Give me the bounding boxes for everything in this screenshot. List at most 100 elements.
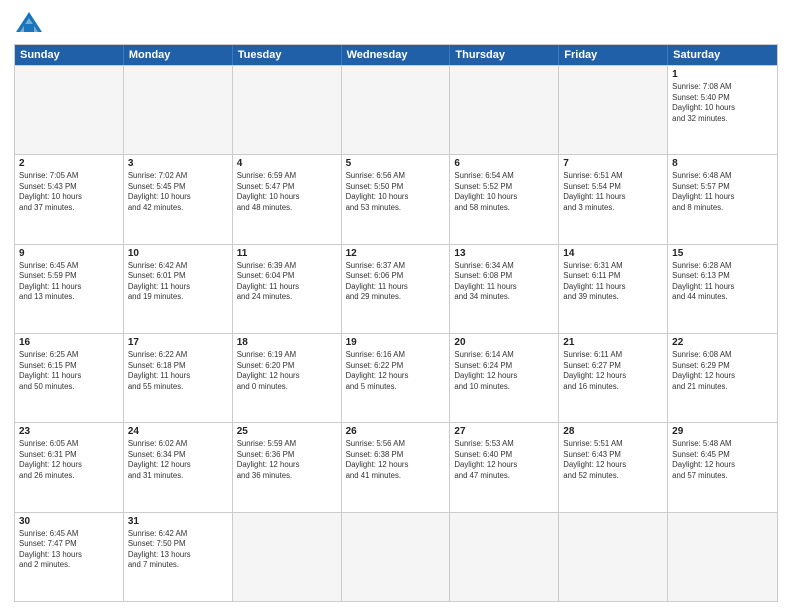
calendar-week-3: 16 Sunrise: 6:25 AM Sunset: 6:15 PM Dayli… [15,333,777,422]
calendar-cell: 12 Sunrise: 6:37 AM Sunset: 6:06 PM Dayli… [342,245,451,333]
calendar-cell: 15 Sunrise: 6:28 AM Sunset: 6:13 PM Dayli… [668,245,777,333]
calendar-cell [233,513,342,601]
day-number: 16 [19,337,119,348]
day-number: 12 [346,248,446,259]
day-number: 10 [128,248,228,259]
day-info: Sunrise: 6:11 AM Sunset: 6:27 PM Dayligh… [563,350,663,392]
calendar-week-4: 23Sunrise: 6:05 AM Sunset: 6:31 PM Dayli… [15,422,777,511]
calendar-cell [668,513,777,601]
day-info: Sunrise: 6:56 AM Sunset: 5:50 PM Dayligh… [346,171,446,213]
day-number: 29 [672,426,773,437]
day-number: 8 [672,158,773,169]
day-info: Sunrise: 7:02 AM Sunset: 5:45 PM Dayligh… [128,171,228,213]
day-number: 31 [128,516,228,527]
day-number: 7 [563,158,663,169]
header-day-friday: Friday [559,45,668,65]
calendar-cell: 6 Sunrise: 6:54 AM Sunset: 5:52 PM Daylig… [450,155,559,243]
day-number: 23 [19,426,119,437]
calendar-cell: 31Sunrise: 6:42 AM Sunset: 7:50 PM Dayli… [124,513,233,601]
day-info: Sunrise: 6:19 AM Sunset: 6:20 PM Dayligh… [237,350,337,392]
day-info: Sunrise: 6:25 AM Sunset: 6:15 PM Dayligh… [19,350,119,392]
calendar-cell [342,66,451,154]
day-info: Sunrise: 6:34 AM Sunset: 6:08 PM Dayligh… [454,261,554,303]
calendar-cell: 23Sunrise: 6:05 AM Sunset: 6:31 PM Dayli… [15,423,124,511]
header-day-sunday: Sunday [15,45,124,65]
calendar-cell: 25Sunrise: 5:59 AM Sunset: 6:36 PM Dayli… [233,423,342,511]
calendar-cell [342,513,451,601]
calendar-cell [559,66,668,154]
logo-icon [14,10,44,38]
calendar-body: 1Sunrise: 7:08 AM Sunset: 5:40 PM Daylig… [15,65,777,601]
day-number: 19 [346,337,446,348]
day-info: Sunrise: 5:53 AM Sunset: 6:40 PM Dayligh… [454,439,554,481]
day-info: Sunrise: 6:39 AM Sunset: 6:04 PM Dayligh… [237,261,337,303]
calendar-cell [559,513,668,601]
day-info: Sunrise: 6:28 AM Sunset: 6:13 PM Dayligh… [672,261,773,303]
day-number: 24 [128,426,228,437]
calendar: SundayMondayTuesdayWednesdayThursdayFrid… [14,44,778,602]
day-number: 14 [563,248,663,259]
calendar-cell: 9 Sunrise: 6:45 AM Sunset: 5:59 PM Daylig… [15,245,124,333]
calendar-cell: 8Sunrise: 6:48 AM Sunset: 5:57 PM Daylig… [668,155,777,243]
day-info: Sunrise: 5:48 AM Sunset: 6:45 PM Dayligh… [672,439,773,481]
day-number: 22 [672,337,773,348]
calendar-cell: 26 Sunrise: 5:56 AM Sunset: 6:38 PM Dayli… [342,423,451,511]
calendar-cell [233,66,342,154]
day-number: 17 [128,337,228,348]
calendar-cell: 13 Sunrise: 6:34 AM Sunset: 6:08 PM Dayli… [450,245,559,333]
calendar-week-0: 1Sunrise: 7:08 AM Sunset: 5:40 PM Daylig… [15,65,777,154]
day-info: Sunrise: 6:08 AM Sunset: 6:29 PM Dayligh… [672,350,773,392]
calendar-cell [124,66,233,154]
day-info: Sunrise: 7:05 AM Sunset: 5:43 PM Dayligh… [19,171,119,213]
day-number: 15 [672,248,773,259]
day-number: 25 [237,426,337,437]
calendar-week-5: 30Sunrise: 6:45 AM Sunset: 7:47 PM Dayli… [15,512,777,601]
header-day-tuesday: Tuesday [233,45,342,65]
calendar-cell: 1Sunrise: 7:08 AM Sunset: 5:40 PM Daylig… [668,66,777,154]
header-day-wednesday: Wednesday [342,45,451,65]
calendar-cell: 18 Sunrise: 6:19 AM Sunset: 6:20 PM Dayli… [233,334,342,422]
calendar-cell: 11 Sunrise: 6:39 AM Sunset: 6:04 PM Dayli… [233,245,342,333]
calendar-cell: 4 Sunrise: 6:59 AM Sunset: 5:47 PM Daylig… [233,155,342,243]
calendar-cell: 30Sunrise: 6:45 AM Sunset: 7:47 PM Dayli… [15,513,124,601]
day-info: Sunrise: 6:37 AM Sunset: 6:06 PM Dayligh… [346,261,446,303]
calendar-cell: 17 Sunrise: 6:22 AM Sunset: 6:18 PM Dayli… [124,334,233,422]
calendar-cell: 14 Sunrise: 6:31 AM Sunset: 6:11 PM Dayli… [559,245,668,333]
day-info: Sunrise: 6:02 AM Sunset: 6:34 PM Dayligh… [128,439,228,481]
day-info: Sunrise: 6:54 AM Sunset: 5:52 PM Dayligh… [454,171,554,213]
calendar-cell: 20 Sunrise: 6:14 AM Sunset: 6:24 PM Dayli… [450,334,559,422]
day-info: Sunrise: 6:22 AM Sunset: 6:18 PM Dayligh… [128,350,228,392]
day-number: 5 [346,158,446,169]
calendar-cell: 7 Sunrise: 6:51 AM Sunset: 5:54 PM Daylig… [559,155,668,243]
day-number: 30 [19,516,119,527]
day-info: Sunrise: 5:51 AM Sunset: 6:43 PM Dayligh… [563,439,663,481]
logo [14,10,48,38]
day-info: Sunrise: 6:59 AM Sunset: 5:47 PM Dayligh… [237,171,337,213]
calendar-cell [15,66,124,154]
day-number: 11 [237,248,337,259]
day-info: Sunrise: 7:08 AM Sunset: 5:40 PM Dayligh… [672,82,773,124]
day-number: 6 [454,158,554,169]
day-number: 18 [237,337,337,348]
day-info: Sunrise: 6:45 AM Sunset: 5:59 PM Dayligh… [19,261,119,303]
calendar-cell: 29 Sunrise: 5:48 AM Sunset: 6:45 PM Dayli… [668,423,777,511]
calendar-cell [450,513,559,601]
calendar-cell: 27Sunrise: 5:53 AM Sunset: 6:40 PM Dayli… [450,423,559,511]
calendar-cell: 3 Sunrise: 7:02 AM Sunset: 5:45 PM Daylig… [124,155,233,243]
day-number: 9 [19,248,119,259]
day-number: 26 [346,426,446,437]
day-number: 21 [563,337,663,348]
day-number: 4 [237,158,337,169]
calendar-week-1: 2Sunrise: 7:05 AM Sunset: 5:43 PM Daylig… [15,154,777,243]
day-info: Sunrise: 6:51 AM Sunset: 5:54 PM Dayligh… [563,171,663,213]
day-number: 20 [454,337,554,348]
day-number: 13 [454,248,554,259]
calendar-cell: 24 Sunrise: 6:02 AM Sunset: 6:34 PM Dayli… [124,423,233,511]
day-number: 3 [128,158,228,169]
calendar-cell: 28Sunrise: 5:51 AM Sunset: 6:43 PM Dayli… [559,423,668,511]
day-info: Sunrise: 6:31 AM Sunset: 6:11 PM Dayligh… [563,261,663,303]
day-info: Sunrise: 6:16 AM Sunset: 6:22 PM Dayligh… [346,350,446,392]
calendar-cell: 19 Sunrise: 6:16 AM Sunset: 6:22 PM Dayli… [342,334,451,422]
day-info: Sunrise: 5:56 AM Sunset: 6:38 PM Dayligh… [346,439,446,481]
day-info: Sunrise: 6:14 AM Sunset: 6:24 PM Dayligh… [454,350,554,392]
